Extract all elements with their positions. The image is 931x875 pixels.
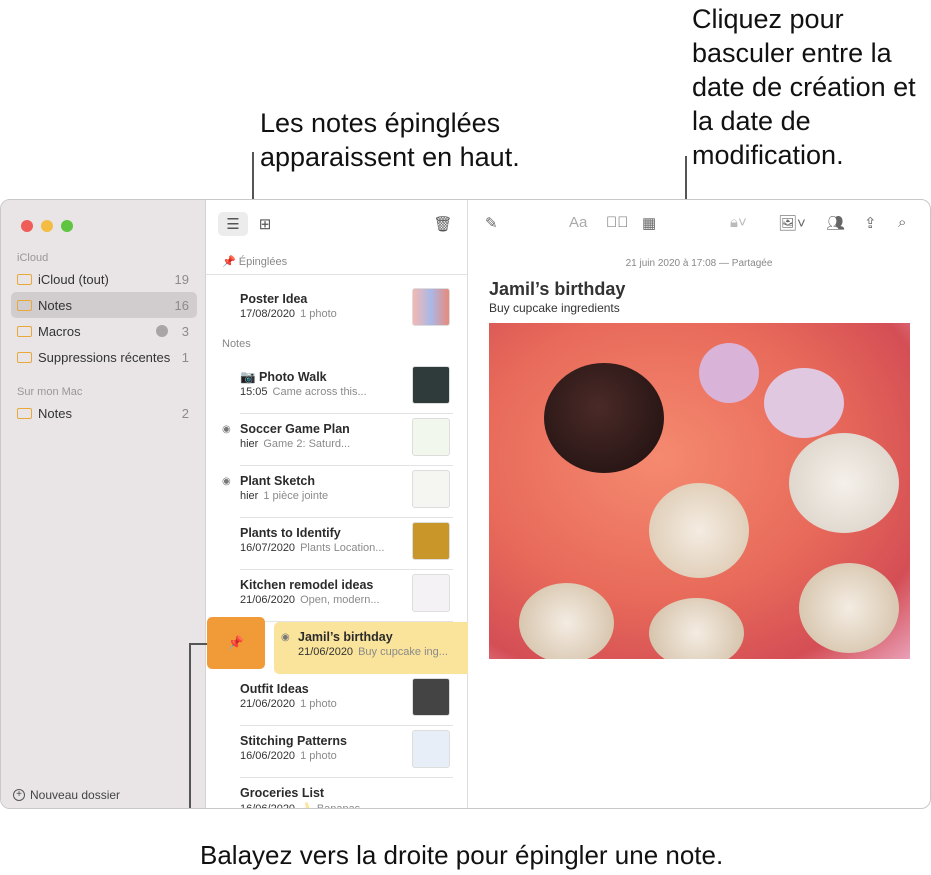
folder-count: 1 (181, 349, 189, 365)
list-view-button[interactable]: ☰ (218, 212, 248, 236)
note-body[interactable]: Buy cupcake ingredients (489, 301, 620, 315)
thumbnail (412, 574, 450, 612)
note-meta: hier Game 2: Saturd... (240, 438, 351, 450)
note-meta: 21/06/2020 Open, modern... (240, 594, 380, 606)
note-meta: 21/06/2020 1 photo (240, 698, 337, 710)
folder-icon (17, 351, 32, 363)
shared-folder-icon (17, 325, 32, 337)
date-toggle[interactable]: 21 juin 2020 à 17:08 — Partagée (468, 258, 930, 269)
note-list: ☰ ⊞ 🗑 📌 Épinglées Poster Idea 17/08/2020 1… (206, 200, 468, 808)
note-row[interactable]: Groceries List 16/06/2020 🍌 Bananas (206, 778, 468, 809)
section-on-my-mac: Sur mon Mac (17, 386, 83, 398)
note-title: Plants to Identify (240, 526, 341, 540)
note-meta: hier 1 pièce jointe (240, 490, 329, 502)
new-folder-button[interactable]: + Nouveau dossier (13, 788, 120, 802)
thumbnail (412, 366, 450, 404)
note-row[interactable]: ◉ Jamil’s birthday 21/06/2020 Buy cupcake i… (274, 622, 468, 674)
note-title: 📷 Photo Walk (240, 370, 327, 384)
notes-window: iCloud iCloud (tout) 19 Notes 16 Macros 3 S… (0, 199, 931, 809)
note-row[interactable]: Outfit Ideas 21/06/2020 1 photo (206, 674, 468, 726)
compose-icon[interactable]: ✎ (485, 214, 498, 232)
folder-label: Suppressions récentes (38, 349, 171, 365)
share-icon[interactable]: ⇪ (864, 214, 877, 232)
thumbnail (412, 418, 450, 456)
search-icon[interactable]: ⌕ (898, 214, 906, 231)
folder-count: 2 (181, 405, 189, 421)
gallery-view-button[interactable]: ⊞ (250, 212, 280, 236)
note-title: Plant Sketch (240, 474, 316, 488)
pin-icon: 📌 (222, 256, 236, 268)
note-meta: 16/06/2020 1 photo (240, 750, 337, 762)
shared-icon: ◉ (222, 424, 231, 435)
pinned-header: 📌 Épinglées (222, 256, 288, 268)
thumbnail (412, 522, 450, 560)
folder-count: 3 (181, 323, 189, 339)
section-icloud: iCloud (17, 252, 49, 264)
zoom-button[interactable] (61, 220, 73, 232)
notes-header: Notes (222, 338, 251, 350)
note-meta: 16/07/2020 Plants Location... (240, 542, 385, 554)
note-title: Jamil’s birthday (298, 630, 393, 644)
note-row[interactable]: ◉ Soccer Game Plan hier Game 2: Saturd... (206, 414, 468, 466)
callout-swipe-line (189, 643, 191, 808)
note-title: Groceries List (240, 786, 325, 800)
note-row[interactable]: Plants to Identify 16/07/2020 Plants Locat… (206, 518, 468, 570)
callout-swipe: Balayez vers la droite pour épingler une… (200, 840, 724, 870)
collaborate-icon[interactable]: 👥︎ (826, 214, 845, 232)
folder-mac-notes[interactable]: Notes 2 (11, 400, 197, 426)
folder-recently-deleted[interactable]: Suppressions récentes 1 (11, 344, 197, 370)
thumbnail (412, 730, 450, 768)
close-button[interactable] (21, 220, 33, 232)
note-row[interactable]: Stitching Patterns 16/06/2020 1 photo (206, 726, 468, 778)
folder-icon (17, 407, 32, 419)
note-meta: 16/06/2020 🍌 Bananas (240, 803, 361, 809)
folder-label: Macros (38, 323, 81, 339)
note-row[interactable]: 📷 Photo Walk 15:05 Came across this... (206, 362, 468, 414)
thumbnail (412, 470, 450, 508)
folder-count: 19 (174, 271, 189, 287)
note-title: Soccer Game Plan (240, 422, 350, 436)
folder-count: 16 (174, 297, 189, 313)
editor: ✎ Aa ✓⃝ ▦ 🔒︎˅ 🖼︎˅ 👥︎ ⇪ ⌕ 21 juin 2020 à … (468, 200, 930, 808)
folder-label: iCloud (tout) (38, 271, 109, 287)
folder-icloud-all[interactable]: iCloud (tout) 19 (11, 266, 197, 292)
folder-label: Notes (38, 405, 72, 421)
pin-icon: 📌 (227, 635, 245, 650)
shared-person-icon (155, 325, 168, 337)
note-row[interactable]: ◉ Plant Sketch hier 1 pièce jointe (206, 466, 468, 518)
note-meta: 21/06/2020 Buy cupcake ing... (298, 646, 448, 658)
delete-button[interactable]: 🗑 (428, 212, 458, 236)
pin-swipe-button[interactable]: 📌 (207, 617, 265, 669)
folder-icon (17, 299, 32, 311)
thumbnail (412, 288, 450, 326)
plus-circle-icon: + (13, 789, 25, 801)
media-icon[interactable]: 🖼︎˅ (778, 214, 806, 232)
callout-date: Cliquez pour basculer entre la date de c… (692, 4, 916, 170)
folder-icon (17, 273, 32, 285)
minimize-button[interactable] (41, 220, 53, 232)
callout-pinned: Les notes épinglées apparaissent en haut… (260, 108, 520, 172)
note-title: Kitchen remodel ideas (240, 578, 374, 592)
shared-icon: ◉ (222, 476, 231, 487)
format-button[interactable]: Aa (569, 214, 587, 231)
shared-icon: ◉ (281, 632, 290, 643)
note-title: Stitching Patterns (240, 734, 347, 748)
sidebar: iCloud iCloud (tout) 19 Notes 16 Macros 3 S… (1, 200, 206, 808)
folder-notes[interactable]: Notes 16 (11, 292, 197, 318)
thumbnail (412, 678, 450, 716)
note-row[interactable]: Kitchen remodel ideas 21/06/2020 Open, mod… (206, 570, 468, 622)
table-icon[interactable]: ▦ (642, 214, 656, 232)
note-title[interactable]: Jamil’s birthday (489, 279, 625, 300)
checklist-icon[interactable]: ✓⃝ (606, 214, 629, 231)
cupcakes-photo[interactable] (489, 323, 910, 659)
note-title: Outfit Ideas (240, 682, 309, 696)
new-folder-label: Nouveau dossier (30, 788, 121, 802)
note-poster-idea[interactable]: Poster Idea 17/08/2020 1 photo (206, 284, 468, 336)
folder-label: Notes (38, 297, 72, 313)
note-meta: 15:05 Came across this... (240, 386, 367, 398)
folder-macros[interactable]: Macros 3 (11, 318, 197, 344)
lock-icon[interactable]: 🔒︎˅ (730, 214, 747, 231)
